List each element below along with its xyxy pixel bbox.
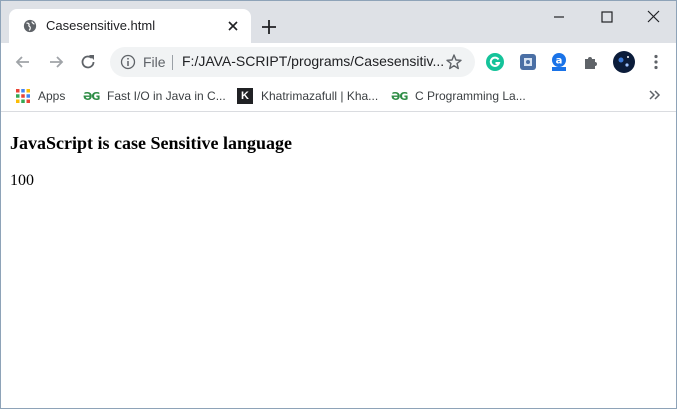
bookmark-fast-io-java[interactable]: ƏG Fast I/O in Java in C... xyxy=(83,87,226,105)
geeksforgeeks-icon: ƏG xyxy=(391,89,408,103)
bookmark-apps[interactable]: Apps xyxy=(16,87,65,105)
close-tab-icon[interactable] xyxy=(225,18,241,34)
browser-window: Casesensitive.html File F:/JAVA-SCRIPT/p… xyxy=(0,0,677,409)
profile-avatar[interactable] xyxy=(613,51,635,73)
forward-icon[interactable] xyxy=(46,52,66,72)
omnibox-separator xyxy=(172,55,173,70)
svg-text:a: a xyxy=(556,56,563,67)
back-icon[interactable] xyxy=(13,52,33,72)
site-info-icon[interactable] xyxy=(120,54,136,70)
bookmark-c-programming[interactable]: ƏG C Programming La... xyxy=(391,87,526,105)
minimize-icon[interactable] xyxy=(536,5,582,29)
a-extension-icon[interactable]: a xyxy=(549,52,569,72)
bookmark-khatrimazafull[interactable]: K Khatrimazafull | Kha... xyxy=(237,87,378,105)
bookmark-label: Fast I/O in Java in C... xyxy=(107,89,226,103)
apps-grid-icon xyxy=(16,89,30,103)
scheme-label: File xyxy=(143,54,166,70)
toolbar: File F:/JAVA-SCRIPT/programs/Casesensiti… xyxy=(1,43,676,81)
extensions-puzzle-icon[interactable] xyxy=(581,52,601,72)
grammarly-icon[interactable] xyxy=(485,52,505,72)
maximize-icon[interactable] xyxy=(583,5,629,29)
address-bar[interactable]: File F:/JAVA-SCRIPT/programs/Casesensiti… xyxy=(110,47,475,77)
bookmarks-bar: Apps ƏG Fast I/O in Java in C... K Khatr… xyxy=(1,81,676,112)
bookmark-label: C Programming La... xyxy=(415,89,526,103)
khatrimaza-k-icon: K xyxy=(237,88,253,104)
reload-icon[interactable] xyxy=(78,52,98,72)
new-tab-icon[interactable] xyxy=(259,17,279,37)
tab-strip: Casesensitive.html xyxy=(1,1,676,43)
globe-icon xyxy=(23,19,37,33)
bookmark-label: Khatrimazafull | Kha... xyxy=(261,89,379,103)
url-text[interactable]: F:/JAVA-SCRIPT/programs/Casesensitiv... xyxy=(182,53,444,69)
tab-casesensitive[interactable]: Casesensitive.html xyxy=(9,9,251,43)
close-window-icon[interactable] xyxy=(630,5,676,29)
menu-kebab-icon[interactable] xyxy=(646,52,666,72)
chevron-double-right-icon[interactable] xyxy=(646,87,662,103)
tab-title: Casesensitive.html xyxy=(46,18,156,33)
bookmark-label: Apps xyxy=(38,89,66,103)
output-value: 100 xyxy=(10,172,34,189)
page-content: JavaScript is case Sensitive language 10… xyxy=(1,112,676,408)
bookmark-star-icon[interactable] xyxy=(445,53,463,71)
extension-puzzle-box-icon[interactable] xyxy=(518,52,538,72)
page-heading: JavaScript is case Sensitive language xyxy=(10,133,292,153)
geeksforgeeks-icon: ƏG xyxy=(83,89,100,103)
